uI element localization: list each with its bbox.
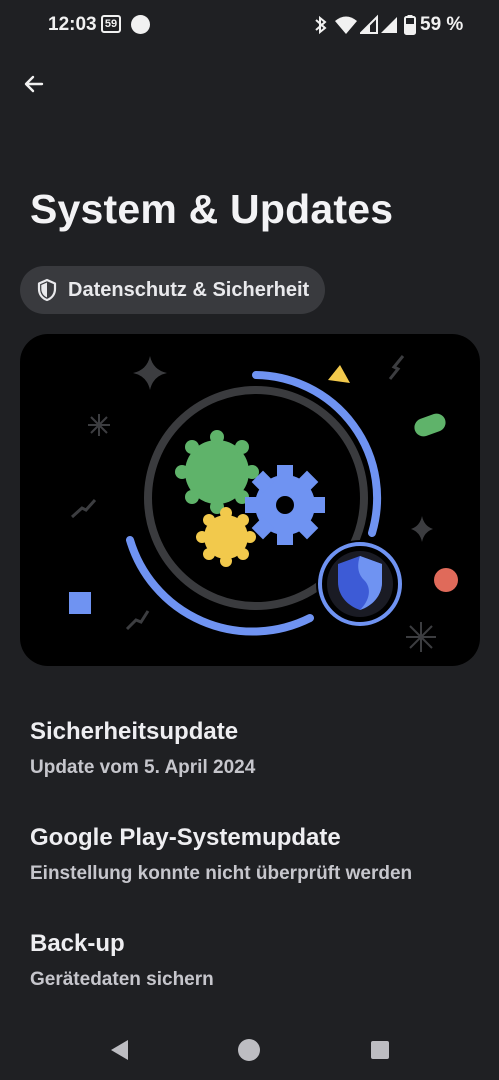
item-title: Sicherheitsupdate [30, 718, 239, 745]
list-item-google-play-update[interactable]: Google Play-Systemupdate Einstellung kon… [0, 806, 499, 898]
system-updates-illustration [69, 355, 458, 652]
dot-shape [434, 568, 458, 592]
list-item-backup[interactable]: Back-up Gerätedaten sichern [0, 912, 499, 1004]
item-subtitle: Gerätedaten sichern [30, 969, 214, 990]
wifi-icon [335, 16, 357, 34]
circle-home-icon [238, 1039, 260, 1061]
battery-percent: 59 % [420, 14, 464, 35]
chip-label: Datenschutz & Sicherheit [68, 278, 310, 301]
squiggle-icon [70, 498, 97, 519]
nav-back-button[interactable] [105, 1036, 133, 1064]
arrow-left-icon [24, 75, 44, 93]
page-title: System & Updates [30, 186, 394, 232]
starburst-icon [406, 622, 436, 652]
status-time: 12:03 [48, 14, 97, 35]
status-bar: 12:03 59 59 % [0, 0, 499, 50]
signal-icon [381, 17, 397, 33]
squiggle-icon [125, 610, 150, 631]
item-subtitle: Einstellung konnte nicht überprüft werde… [30, 863, 413, 884]
status-icons [310, 13, 420, 37]
yellow-gear-icon [196, 507, 256, 567]
shield-badge-icon [316, 540, 404, 628]
triangle-back-icon [111, 1040, 128, 1060]
back-button[interactable] [16, 66, 52, 102]
notification-dot-icon [131, 15, 150, 34]
battery-icon [404, 15, 416, 35]
square-recents-icon [371, 1041, 389, 1059]
item-title: Google Play-Systemupdate [30, 824, 341, 851]
shield-icon [37, 278, 57, 302]
list-item-security-update[interactable]: Sicherheitsupdate Update vom 5. April 20… [0, 700, 499, 792]
square-shape [69, 592, 91, 614]
privacy-security-chip[interactable]: Datenschutz & Sicherheit [20, 266, 326, 314]
nav-recents-button[interactable] [366, 1036, 394, 1064]
hero-illustration [20, 334, 480, 666]
nav-home-button[interactable] [235, 1036, 263, 1064]
blue-cog-icon [245, 465, 325, 545]
item-subtitle: Update vom 5. April 2024 [30, 757, 256, 778]
pill-shape [414, 413, 446, 437]
notification-badge-icon: 59 [101, 15, 121, 33]
triangle-shape [328, 365, 350, 383]
navigation-bar [0, 1018, 499, 1080]
signal-icon [360, 14, 378, 34]
starburst-icon [88, 414, 110, 436]
squiggle-icon [388, 355, 405, 380]
sparkle-icon [133, 356, 167, 390]
bluetooth-icon [315, 15, 327, 35]
item-title: Back-up [30, 930, 125, 957]
sparkle-icon [411, 516, 433, 542]
